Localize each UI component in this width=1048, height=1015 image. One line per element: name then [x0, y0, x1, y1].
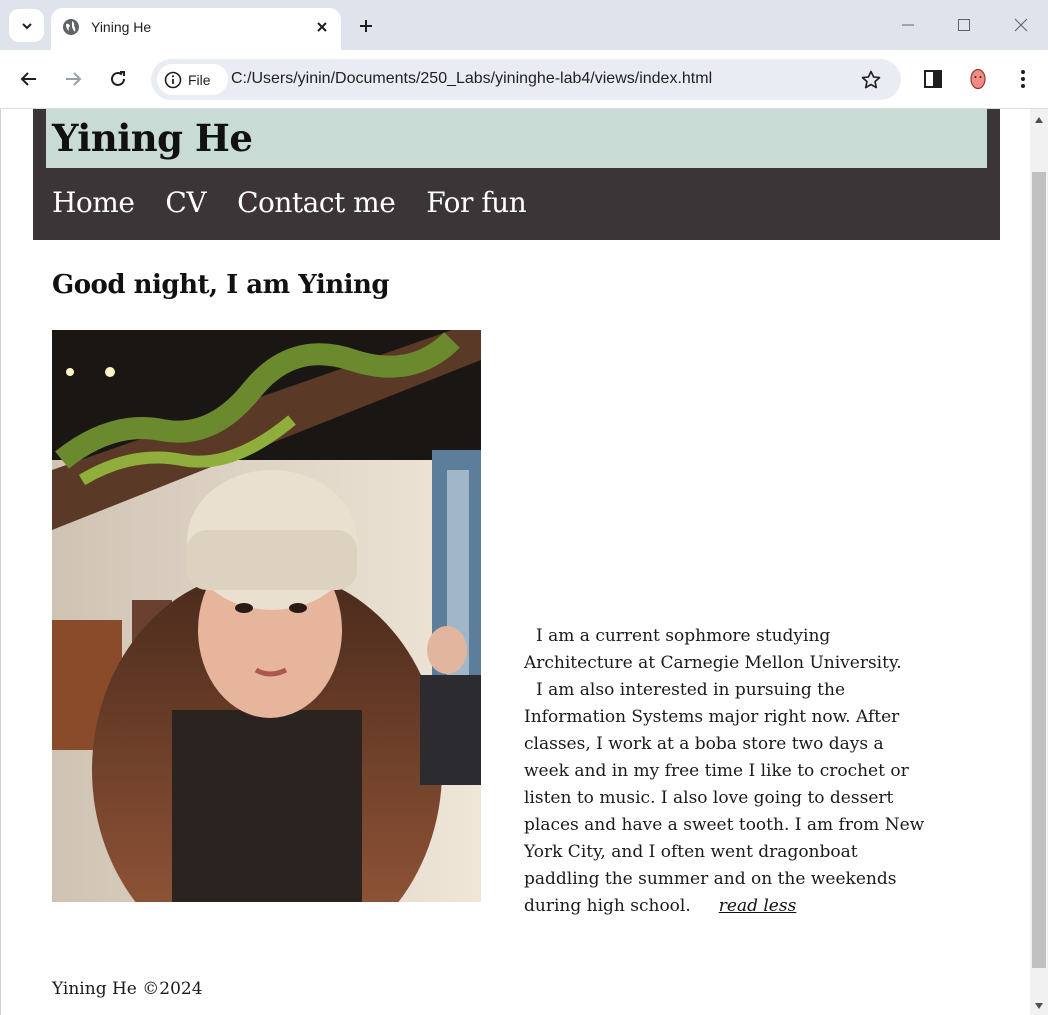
forward-button[interactable]: [58, 64, 88, 94]
info-icon: [164, 71, 182, 88]
site-title: Yining He: [52, 116, 253, 160]
reload-icon: [111, 71, 125, 86]
address-bar[interactable]: File C:/Users/yinin/Documents/250_Labs/y…: [151, 59, 901, 100]
profile-button[interactable]: [964, 65, 992, 93]
new-tab-button[interactable]: [353, 13, 379, 39]
arrow-left-icon: [20, 72, 36, 86]
browser-toolbar: File C:/Users/yinin/Documents/250_Labs/y…: [0, 50, 1048, 109]
profile-photo: [52, 330, 481, 902]
side-panel-button[interactable]: [919, 65, 947, 93]
site-header: Yining He Home CV Contact me For fun: [33, 109, 1000, 240]
maximize-button[interactable]: [951, 12, 977, 38]
nav-link-contact[interactable]: Contact me: [237, 184, 396, 222]
browser-tab[interactable]: Yining He: [51, 8, 341, 50]
tab-search-button[interactable]: [9, 9, 44, 42]
footer: Yining He ©2024: [52, 979, 203, 999]
nav-link-cv[interactable]: CV: [165, 184, 206, 222]
tab-strip: Yining He: [0, 0, 1048, 50]
page-viewport: Yining He Home CV Contact me For fun Goo…: [0, 109, 1030, 1015]
more-vert-icon: [1021, 70, 1025, 88]
site-nav: Home CV Contact me For fun: [52, 184, 527, 222]
site-info-chip[interactable]: File: [157, 64, 228, 95]
back-button[interactable]: [14, 64, 44, 94]
arrow-right-icon: [66, 72, 82, 86]
tab-title: Yining He: [91, 19, 152, 35]
scroll-up-arrow[interactable]: [1030, 113, 1048, 127]
tab-close-button[interactable]: [312, 17, 332, 37]
window-close-button[interactable]: [1008, 12, 1034, 38]
minimize-button[interactable]: [895, 12, 921, 38]
reload-button[interactable]: [103, 64, 133, 94]
close-icon: [317, 22, 327, 32]
bookmark-button[interactable]: [859, 68, 883, 92]
maximize-icon: [958, 19, 970, 31]
bio-paragraph: I am also interested in pursuing the Inf…: [524, 677, 929, 920]
nav-link-home[interactable]: Home: [52, 184, 135, 222]
url-text[interactable]: C:/Users/yinin/Documents/250_Labs/yining…: [231, 69, 712, 89]
read-less-link[interactable]: read less: [719, 896, 797, 916]
close-icon: [1014, 18, 1028, 32]
minimize-icon: [902, 24, 914, 26]
chip-label: File: [188, 71, 211, 88]
avatar: [970, 68, 986, 90]
menu-button[interactable]: [1009, 65, 1037, 93]
title-band: Yining He: [46, 109, 987, 168]
scrollbar-thumb[interactable]: [1032, 172, 1046, 968]
greeting-heading: Good night, I am Yining: [52, 270, 390, 300]
bio-paragraph-text: I am also interested in pursuing the Inf…: [524, 680, 925, 916]
side-panel-icon: [924, 70, 942, 88]
triangle-up-icon: [1035, 117, 1043, 123]
scrollbar[interactable]: [1030, 109, 1048, 1015]
star-icon: [861, 70, 881, 89]
plus-icon: [360, 20, 372, 32]
chevron-down-icon: [21, 22, 32, 29]
bio-paragraph: I am a current sophmore studying Archite…: [524, 626, 902, 673]
nav-link-for-fun[interactable]: For fun: [426, 184, 526, 222]
globe-icon: [63, 19, 79, 35]
scroll-down-arrow[interactable]: [1030, 999, 1048, 1013]
bio-text: I am a current sophmore studying Archite…: [524, 623, 929, 920]
triangle-down-icon: [1035, 1003, 1043, 1009]
